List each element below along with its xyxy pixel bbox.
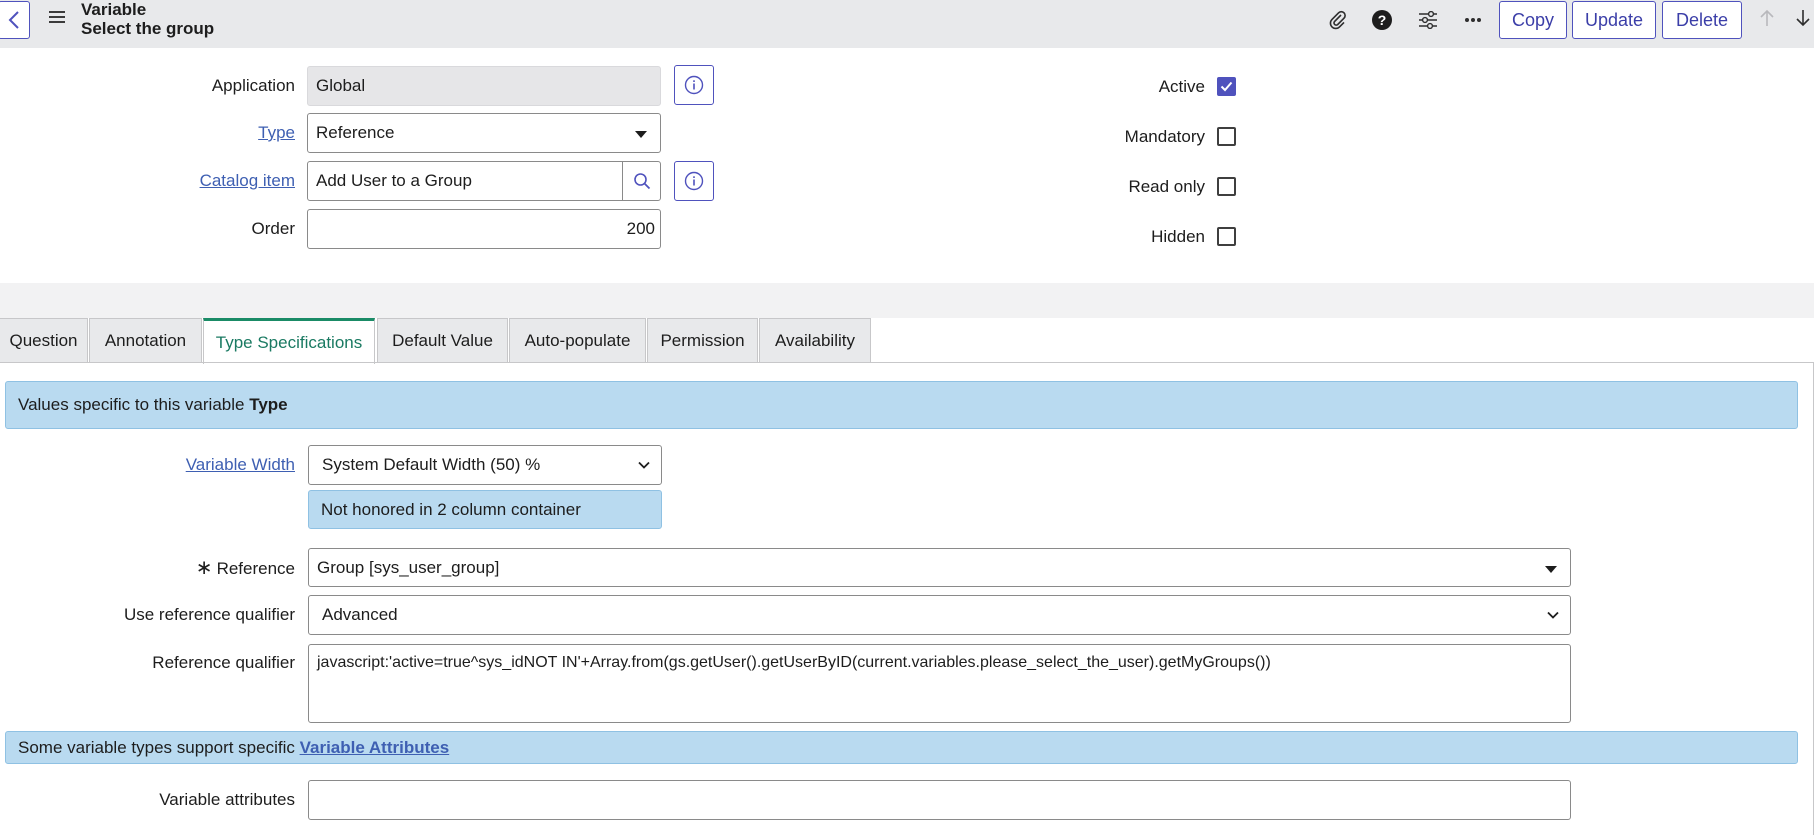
application-field: Global bbox=[307, 66, 661, 106]
application-info-button[interactable] bbox=[674, 65, 714, 105]
chevron-left-icon bbox=[8, 11, 19, 29]
catalog-item-field[interactable]: Add User to a Group bbox=[307, 161, 661, 201]
checkmark-icon bbox=[1220, 81, 1233, 92]
active-label: Active bbox=[1158, 77, 1205, 96]
chevron-down-icon bbox=[1547, 611, 1559, 619]
banner-text: Values specific to this variable bbox=[18, 395, 245, 414]
dropdown-caret-icon bbox=[635, 131, 647, 138]
order-value: 200 bbox=[626, 219, 655, 238]
type-select[interactable]: Reference bbox=[307, 113, 661, 153]
reference-value: Group [sys_user_group] bbox=[317, 557, 500, 577]
settings-sliders-icon[interactable] bbox=[1416, 8, 1440, 32]
variable-width-select[interactable]: System Default Width (50) % bbox=[308, 445, 662, 485]
paperclip-icon[interactable] bbox=[1326, 8, 1350, 32]
variable-width-label-link[interactable]: Variable Width bbox=[150, 455, 295, 475]
update-button[interactable]: Update bbox=[1572, 1, 1656, 39]
info-icon bbox=[684, 75, 704, 95]
copy-button[interactable]: Copy bbox=[1499, 1, 1567, 39]
attributes-note-text: Some variable types support specific bbox=[18, 737, 295, 757]
tab-availability[interactable]: Availability bbox=[759, 318, 871, 363]
order-label: Order bbox=[251, 219, 295, 238]
required-icon: ∗ bbox=[195, 557, 213, 579]
more-options-icon[interactable] bbox=[1461, 8, 1485, 32]
search-icon bbox=[633, 173, 650, 190]
variable-attributes-link[interactable]: Variable Attributes bbox=[300, 738, 450, 758]
variable-attributes-input[interactable] bbox=[308, 780, 1571, 820]
tab-permission[interactable]: Permission bbox=[647, 318, 758, 363]
use-reference-qualifier-select[interactable]: Advanced bbox=[308, 595, 1571, 635]
catalog-item-label-link[interactable]: Catalog item bbox=[150, 171, 295, 191]
reference-qualifier-label: Reference qualifier bbox=[152, 653, 295, 672]
back-button[interactable] bbox=[0, 1, 30, 39]
variable-attributes-label: Variable attributes bbox=[159, 790, 295, 809]
catalog-item-value: Add User to a Group bbox=[316, 171, 472, 190]
record-type-title: Variable bbox=[81, 0, 147, 19]
menu-icon[interactable] bbox=[47, 8, 67, 28]
help-icon[interactable]: ? bbox=[1370, 8, 1394, 32]
use-reference-qualifier-value: Advanced bbox=[322, 605, 398, 624]
catalog-item-lookup-button[interactable] bbox=[622, 162, 660, 200]
dropdown-caret-icon bbox=[1545, 566, 1557, 573]
active-checkbox[interactable] bbox=[1217, 77, 1236, 96]
read-only-checkbox[interactable] bbox=[1217, 177, 1236, 196]
type-values-banner: Values specific to this variable Type bbox=[5, 381, 1798, 429]
tab-annotation[interactable]: Annotation bbox=[89, 318, 202, 363]
type-label-link[interactable]: Type bbox=[150, 123, 295, 143]
tab-auto-populate[interactable]: Auto-populate bbox=[509, 318, 646, 363]
reference-qualifier-textarea[interactable]: javascript:'active=true^sys_idNOT IN'+Ar… bbox=[308, 644, 1571, 723]
read-only-label: Read only bbox=[1128, 177, 1205, 196]
reference-select[interactable]: Group [sys_user_group] bbox=[308, 548, 1571, 587]
use-reference-qualifier-label: Use reference qualifier bbox=[123, 605, 295, 624]
application-label: Application bbox=[211, 76, 295, 95]
mandatory-checkbox[interactable] bbox=[1217, 127, 1236, 146]
order-input[interactable]: 200 bbox=[307, 209, 661, 249]
record-display-name: Select the group bbox=[81, 19, 215, 38]
arrow-up-icon[interactable] bbox=[1756, 8, 1778, 32]
tab-question[interactable]: Question bbox=[0, 318, 88, 363]
width-note: Not honored in 2 column container bbox=[308, 490, 662, 529]
chevron-down-icon bbox=[638, 461, 650, 469]
variable-attributes-banner: Some variable types support specific Var… bbox=[5, 731, 1798, 764]
tab-type-specifications[interactable]: Type Specifications bbox=[203, 318, 375, 364]
variable-width-value: System Default Width (50) % bbox=[322, 455, 541, 474]
application-value: Global bbox=[316, 76, 366, 95]
hidden-checkbox[interactable] bbox=[1217, 227, 1236, 246]
reference-label-text: Reference bbox=[216, 559, 295, 578]
delete-button[interactable]: Delete bbox=[1662, 1, 1742, 39]
catalog-item-info-button[interactable] bbox=[674, 161, 714, 201]
arrow-down-icon[interactable] bbox=[1792, 8, 1814, 32]
section-separator bbox=[0, 283, 1814, 318]
mandatory-label: Mandatory bbox=[1124, 127, 1205, 146]
reference-label: ∗ Reference bbox=[140, 558, 295, 579]
svg-text:?: ? bbox=[1378, 12, 1387, 28]
type-value: Reference bbox=[316, 123, 395, 142]
width-note-text: Not honored in 2 column container bbox=[321, 499, 581, 519]
banner-bold-text: Type bbox=[249, 395, 288, 414]
hidden-label: Hidden bbox=[1151, 227, 1205, 246]
info-icon bbox=[684, 171, 704, 191]
tab-default-value[interactable]: Default Value bbox=[377, 318, 508, 363]
